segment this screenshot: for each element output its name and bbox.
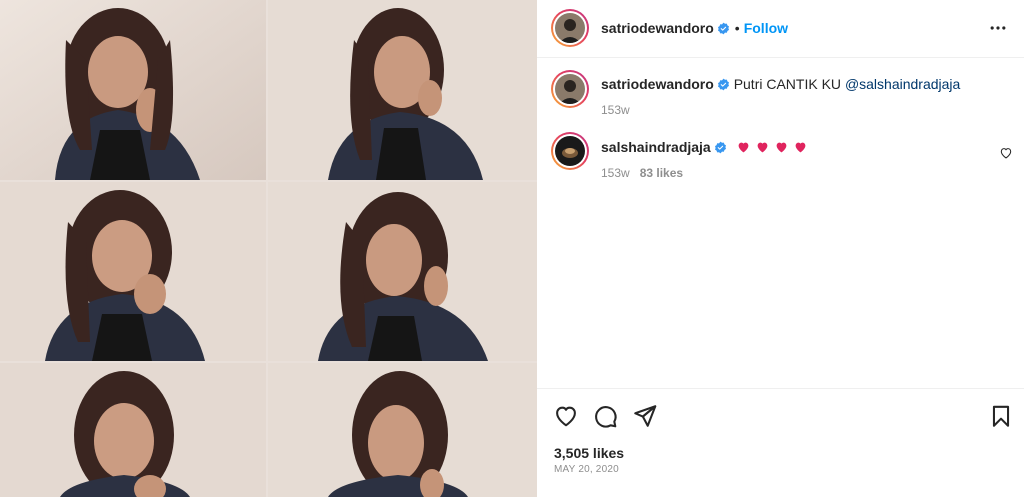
caption-author-username[interactable]: satriodewandoro [601,76,714,92]
comment-like-icon[interactable] [999,146,1013,160]
paper-plane-icon[interactable] [632,403,658,429]
commenter-username[interactable]: salshaindradjaja [601,139,711,155]
bookmark-icon[interactable] [988,403,1014,429]
red-heart-emoji-icon [738,142,748,153]
red-heart-emoji-icon [776,142,786,153]
photo-tile [0,182,266,361]
photo-tile [0,363,266,497]
post-media[interactable] [0,0,537,497]
author-avatar[interactable] [551,9,589,47]
photo-tile [0,0,266,180]
commenter-avatar[interactable] [551,132,589,170]
photo-tile [268,363,537,497]
author-username[interactable]: satriodewandoro [601,20,714,36]
verified-badge-icon [714,141,726,154]
caption-author-avatar[interactable] [551,70,589,108]
caption-text: Putri CANTIK KU [733,76,842,92]
red-heart-emoji-icon [757,142,767,153]
verified-badge-icon [717,78,729,91]
follow-button[interactable]: Follow [744,20,788,36]
comment-emoji-text [737,139,813,155]
post-like-count[interactable]: 3,505 likes [554,445,624,461]
caption-timestamp[interactable]: 153w [601,103,630,117]
red-heart-emoji-icon [795,142,805,153]
comment-bubble-icon[interactable] [592,403,618,429]
post-panel: satriodewandoro • Follow satriodewandoro P… [537,0,1024,497]
more-horizontal-icon[interactable] [988,18,1008,38]
comment-timestamp[interactable]: 153w [601,166,630,180]
verified-badge-icon [717,22,729,35]
post-header: satriodewandoro • Follow [537,0,1024,58]
comment-likes[interactable]: 83 likes [640,166,683,180]
header-separator: • [734,20,740,36]
photo-tile [268,182,537,361]
photo-tile [268,0,537,180]
post-actions: 3,505 likes MAY 20, 2020 [537,388,1024,497]
caption-mention-link[interactable]: @salshaindradjaja [845,76,960,92]
heart-outline-icon[interactable] [553,403,579,429]
post-date[interactable]: MAY 20, 2020 [554,464,619,475]
